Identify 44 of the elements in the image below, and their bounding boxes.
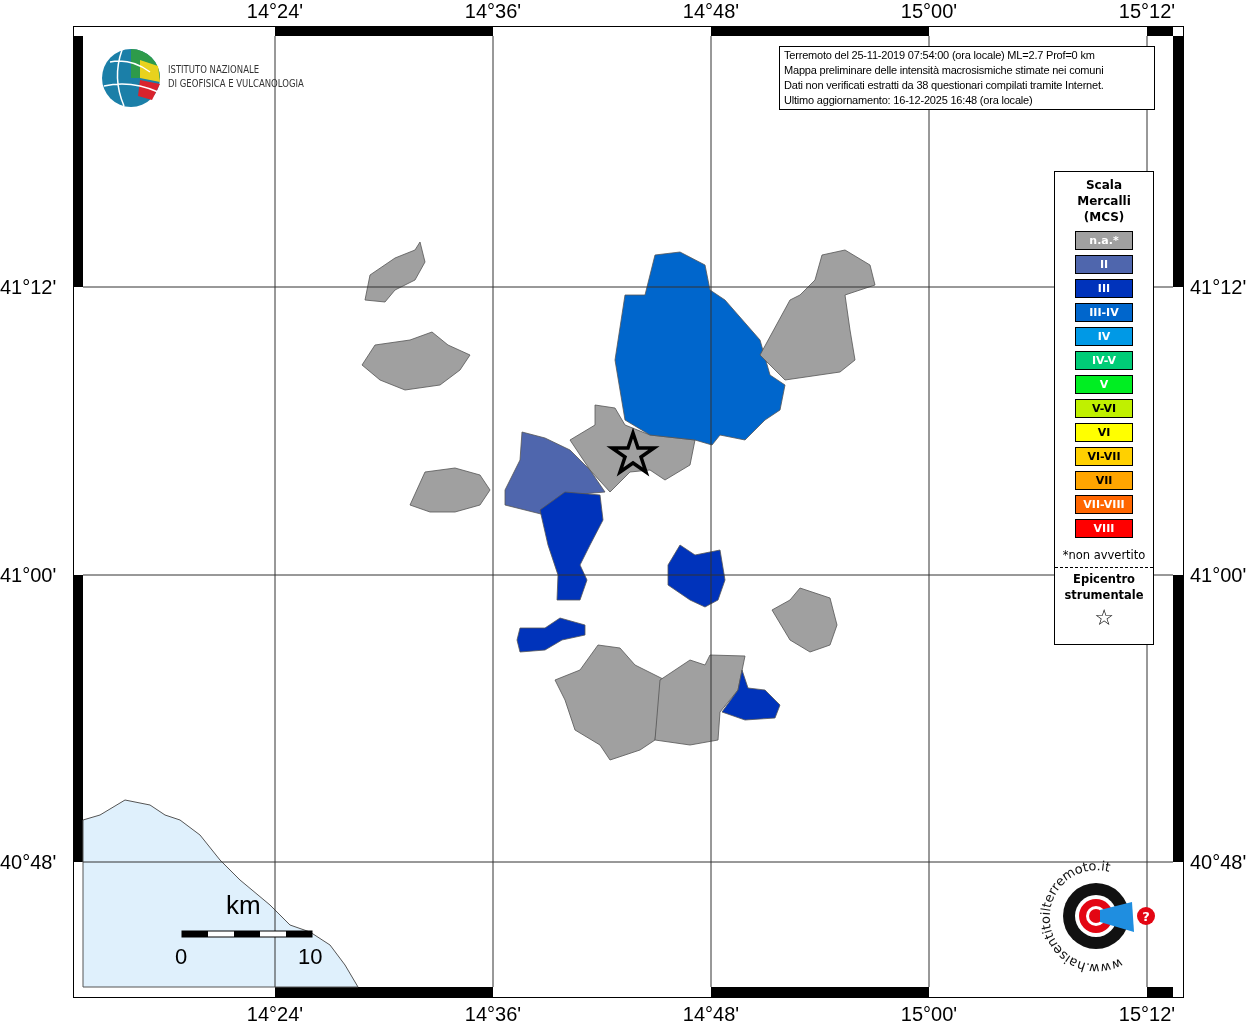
longitude-label: 15°12' xyxy=(1117,0,1177,22)
intensity-swatch: II xyxy=(1075,255,1133,274)
longitude-label: 14°36' xyxy=(463,1003,523,1024)
latitude-label: 41°12' xyxy=(1190,275,1247,299)
info-line: Ultimo aggiornamento: 16-12-2025 16:48 (ora locale) xyxy=(784,93,1034,108)
scale-unit: km xyxy=(226,890,261,920)
latitude-label: 41°00' xyxy=(0,563,57,587)
longitude-label: 14°48' xyxy=(681,1003,741,1024)
intensity-swatch: VII xyxy=(1075,471,1133,490)
scale-label: 10 xyxy=(298,944,323,970)
epicenter-symbol: ☆ xyxy=(1094,605,1114,631)
institute-name: ISTITUTO NAZIONALE DI GEOFISICA E VULCANOLOGIA xyxy=(168,63,304,91)
latitude-label: 41°00' xyxy=(1190,563,1247,587)
longitude-label: 14°48' xyxy=(681,0,741,22)
legend-note: *non avvertito xyxy=(1062,547,1146,563)
intensity-swatch: IV-V xyxy=(1075,351,1133,370)
latitude-label: 41°12' xyxy=(0,275,57,299)
intensity-swatch: IV xyxy=(1075,327,1133,346)
intensity-swatch: III-IV xyxy=(1075,303,1133,322)
latitude-label: 40°48' xyxy=(1190,850,1247,874)
intensity-swatch: VI xyxy=(1075,423,1133,442)
globe-logo-icon xyxy=(102,49,160,107)
intensity-swatch: III xyxy=(1075,279,1133,298)
intensity-swatch: V xyxy=(1075,375,1133,394)
info-line: Terremoto del 25-11-2019 07:54:00 (ora locale) ML=2.7 Prof=0 km xyxy=(784,48,1096,63)
longitude-label: 15°12' xyxy=(1117,1003,1177,1024)
longitude-label: 15°00' xyxy=(899,1003,959,1024)
longitude-label: 14°24' xyxy=(245,0,305,22)
longitude-label: 14°24' xyxy=(245,1003,305,1024)
longitude-label: 14°36' xyxy=(463,0,523,22)
epicenter-star-icon xyxy=(606,427,660,477)
intensity-swatch: n.a.* xyxy=(1075,231,1133,250)
info-line: Dati non verificati estratti da 38 questionari compilati tramite Internet. xyxy=(784,78,1105,93)
intensity-swatch: VIII xyxy=(1075,519,1133,538)
scale-label: 0 xyxy=(175,944,188,970)
intensity-swatch: V-VI xyxy=(1075,399,1133,418)
intensity-swatch: VII-VIII xyxy=(1075,495,1133,514)
intensity-swatch: VI-VII xyxy=(1075,447,1133,466)
epicenter-label: Epicentro strumentale xyxy=(1063,571,1145,603)
longitude-label: 15°00' xyxy=(899,0,959,22)
info-line: Mappa preliminare delle intensità macrosismiche stimate nei comuni xyxy=(784,63,1105,78)
frame-border-bar xyxy=(1147,987,1173,997)
latitude-label: 40°48' xyxy=(0,850,57,874)
legend-title: Scala Mercalli (MCS) xyxy=(1076,177,1132,225)
